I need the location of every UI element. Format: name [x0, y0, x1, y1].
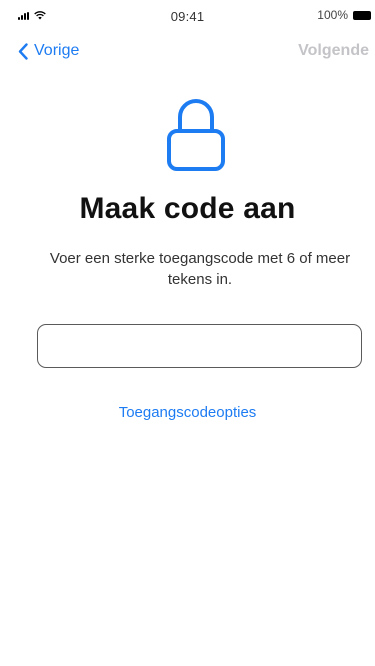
battery-percentage: 100% [317, 8, 348, 22]
status-right: 100% [317, 8, 371, 22]
navigation-bar: Vorige Volgende [0, 38, 375, 68]
chevron-left-icon [18, 42, 28, 60]
lock-icon [167, 99, 225, 171]
passcode-input[interactable] [37, 324, 362, 368]
passcode-options-link[interactable]: Toegangscodeopties [0, 404, 375, 421]
next-button[interactable]: Volgende [298, 42, 369, 60]
battery-icon [353, 10, 371, 20]
page-title: Maak code aan [79, 192, 296, 225]
description-text: Voer een sterke toegangscode met 6 of me… [49, 250, 351, 288]
passcode-screen: 09:41 100% Vorige Volgende Maak code aan… [0, 0, 375, 666]
back-button[interactable]: Vorige [18, 42, 79, 60]
back-button-label: Vorige [34, 42, 80, 59]
status-bar: 09:41 100% [0, 0, 375, 30]
